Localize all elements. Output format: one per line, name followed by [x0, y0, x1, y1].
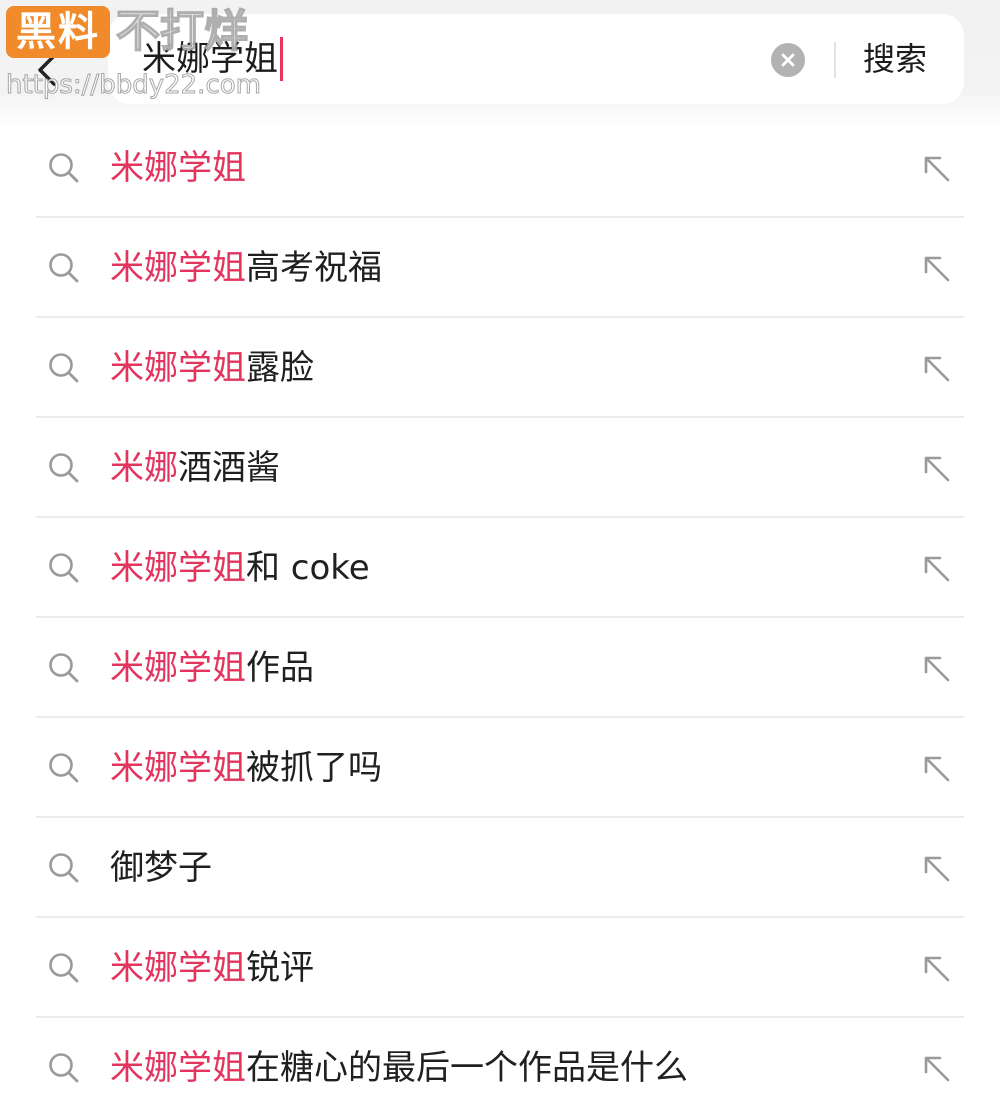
watermark-badge: 黑料	[6, 6, 110, 58]
clear-button[interactable]	[771, 43, 805, 77]
suggestion-item[interactable]: 御梦子	[0, 818, 1000, 918]
suggestion-item[interactable]: 米娜学姐锐评	[0, 918, 1000, 1018]
suggestion-highlight: 米娜学姐	[110, 748, 246, 788]
search-icon	[49, 153, 79, 183]
suggestion-item[interactable]: 米娜学姐被抓了吗	[0, 718, 1000, 818]
suggestion-label: 米娜学姐作品	[110, 643, 314, 693]
suggestion-rest: 酒酒酱	[178, 448, 280, 488]
suggestion-rest: 御梦子	[110, 848, 212, 888]
suggestion-highlight: 米娜学姐	[110, 548, 246, 588]
suggestion-label: 米娜学姐锐评	[110, 943, 314, 993]
suggestion-label: 米娜学姐高考祝福	[110, 243, 382, 293]
suggestion-rest: 高考祝福	[246, 248, 382, 288]
fill-query-arrow-icon[interactable]	[920, 452, 952, 484]
search-icon	[49, 853, 79, 883]
clear-circle-icon	[781, 53, 795, 67]
suggestion-highlight: 米娜学姐	[110, 348, 246, 388]
suggestion-label: 米娜学姐	[110, 143, 246, 193]
suggestion-item[interactable]: 米娜学姐高考祝福	[0, 218, 1000, 318]
suggestion-item[interactable]: 米娜学姐作品	[0, 618, 1000, 718]
suggestion-rest: 和 coke	[246, 548, 370, 588]
suggestion-item[interactable]: 米娜学姐在糖心的最后一个作品是什么	[0, 1018, 1000, 1118]
fill-query-arrow-icon[interactable]	[920, 152, 952, 184]
suggestion-item[interactable]: 米娜酒酒酱	[0, 418, 1000, 518]
divider	[834, 42, 836, 78]
suggestion-highlight: 米娜学姐	[110, 148, 246, 188]
fill-query-arrow-icon[interactable]	[920, 952, 952, 984]
suggestion-list: 米娜学姐 米娜学姐高考祝福 米娜学姐露脸 米娜酒酒酱 米娜学姐和 coke 米娜学姐作品米…	[0, 118, 1000, 1118]
search-icon	[49, 453, 79, 483]
suggestion-rest: 在糖心的最后一个作品是什么	[246, 1048, 688, 1088]
search-icon	[49, 253, 79, 283]
fill-query-arrow-icon[interactable]	[920, 552, 952, 584]
suggestion-highlight: 米娜学姐	[110, 648, 246, 688]
suggestion-label: 米娜学姐露脸	[110, 343, 314, 393]
search-icon	[49, 653, 79, 683]
fill-query-arrow-icon[interactable]	[920, 652, 952, 684]
watermark-url: https://bbdy22.com	[6, 70, 262, 101]
suggestion-highlight: 米娜	[110, 448, 178, 488]
suggestion-label: 米娜学姐在糖心的最后一个作品是什么	[110, 1043, 688, 1093]
watermark-title: 不打烊	[115, 5, 249, 58]
suggestion-rest: 被抓了吗	[246, 748, 382, 788]
suggestion-label: 米娜学姐被抓了吗	[110, 743, 382, 793]
fill-query-arrow-icon[interactable]	[920, 252, 952, 284]
fill-query-arrow-icon[interactable]	[920, 352, 952, 384]
suggestion-highlight: 米娜学姐	[110, 1048, 246, 1088]
search-header: 米娜学姐 搜索 黑料 不打烊 https://bbdy22.com	[0, 0, 1000, 130]
search-icon	[49, 353, 79, 383]
watermark-logo: 黑料 不打烊 https://bbdy22.com	[6, 5, 286, 102]
suggestion-rest: 锐评	[246, 948, 314, 988]
fill-query-arrow-icon[interactable]	[920, 752, 952, 784]
search-icon	[49, 753, 79, 783]
suggestion-label: 御梦子	[110, 843, 212, 893]
suggestion-item[interactable]: 米娜学姐露脸	[0, 318, 1000, 418]
suggestion-item[interactable]: 米娜学姐和 coke	[0, 518, 1000, 618]
fill-query-arrow-icon[interactable]	[920, 852, 952, 884]
search-icon	[49, 1053, 79, 1083]
suggestion-rest: 作品	[246, 648, 314, 688]
suggestion-highlight: 米娜学姐	[110, 948, 246, 988]
search-button[interactable]: 搜索	[863, 34, 927, 84]
suggestion-rest: 露脸	[246, 348, 314, 388]
suggestion-item[interactable]: 米娜学姐	[0, 118, 1000, 218]
search-icon	[49, 953, 79, 983]
suggestion-highlight: 米娜学姐	[110, 248, 246, 288]
search-icon	[49, 553, 79, 583]
fill-query-arrow-icon[interactable]	[920, 1052, 952, 1084]
suggestion-label: 米娜学姐和 coke	[110, 543, 370, 593]
suggestion-label: 米娜酒酒酱	[110, 443, 280, 493]
